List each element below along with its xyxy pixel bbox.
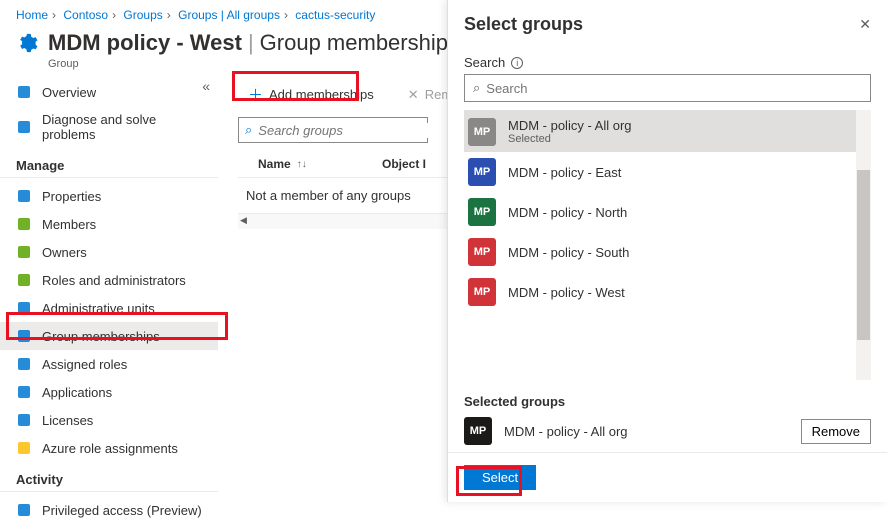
group-item-label: MDM - policy - North	[508, 205, 627, 220]
sidebar: « Overview Diagnose and solve problems Ma…	[0, 70, 218, 502]
admin-units-icon	[16, 300, 32, 316]
sidebar-item-label: Administrative units	[42, 301, 155, 316]
close-icon[interactable]: ✕	[859, 16, 871, 33]
sidebar-item-owners[interactable]: Owners	[0, 238, 218, 266]
applications-icon	[16, 384, 32, 400]
remove-button[interactable]: Remove	[801, 419, 871, 444]
panel-title: Select groups	[464, 14, 583, 35]
x-icon: ✕	[408, 87, 419, 103]
group-item[interactable]: MP MDM - policy - West	[464, 272, 871, 312]
title-sub-text: Group memberships	[260, 30, 459, 55]
search-groups-input[interactable]	[258, 123, 436, 138]
breadcrumb-link[interactable]: cactus-security	[295, 8, 375, 22]
owners-icon	[16, 244, 32, 260]
avatar: MP	[468, 118, 496, 146]
sidebar-item-label: Members	[42, 217, 96, 232]
search-icon: ⌕	[473, 80, 480, 96]
licenses-icon	[16, 412, 32, 428]
avatar: MP	[468, 198, 496, 226]
breadcrumb-link[interactable]: Home	[16, 8, 48, 22]
select-button[interactable]: Select	[464, 465, 536, 490]
page-title: MDM policy - West|Group memberships	[48, 30, 459, 56]
avatar: MP	[468, 158, 496, 186]
sidebar-item-azure-role-assignments[interactable]: Azure role assignments	[0, 434, 218, 462]
diagnose-icon	[16, 119, 32, 135]
panel-search-label: Search i	[464, 55, 871, 70]
group-item[interactable]: MP MDM - policy - All orgSelected	[464, 110, 871, 152]
group-item-sub: Selected	[508, 133, 632, 145]
sidebar-section-activity: Activity	[0, 462, 218, 492]
avatar: MP	[468, 278, 496, 306]
assigned-roles-icon	[16, 356, 32, 372]
search-groups-box[interactable]: ⌕	[238, 117, 428, 143]
scroll-left-icon[interactable]: ◀	[240, 215, 247, 226]
sidebar-item-label: Diagnose and solve problems	[42, 112, 202, 142]
roles-icon	[16, 272, 32, 288]
add-memberships-button[interactable]: ＋ Add memberships	[238, 80, 384, 109]
sidebar-item-applications[interactable]: Applications	[0, 378, 218, 406]
sidebar-item-group-memberships[interactable]: Group memberships	[0, 322, 218, 350]
avatar: MP	[468, 238, 496, 266]
sidebar-item-label: Properties	[42, 189, 101, 204]
sidebar-item-roles-and-administrators[interactable]: Roles and administrators	[0, 266, 218, 294]
sidebar-item-label: Assigned roles	[42, 357, 127, 372]
privileged-icon	[16, 502, 32, 518]
collapse-sidebar-icon[interactable]: «	[202, 78, 210, 94]
gear-icon	[16, 32, 38, 54]
title-main-text: MDM policy - West	[48, 30, 242, 55]
add-label: Add memberships	[269, 87, 374, 102]
sidebar-item-members[interactable]: Members	[0, 210, 218, 238]
group-memberships-icon	[16, 328, 32, 344]
selected-group-item: MP MDM - policy - All org Remove	[464, 417, 871, 445]
sidebar-item-label: Privileged access (Preview)	[42, 503, 202, 518]
group-item-label: MDM - policy - East	[508, 165, 621, 180]
breadcrumb-link[interactable]: Contoso	[63, 8, 108, 22]
group-item[interactable]: MP MDM - policy - South	[464, 232, 871, 272]
breadcrumb-link[interactable]: Groups | All groups	[178, 8, 280, 22]
properties-icon	[16, 188, 32, 204]
selected-group-label: MDM - policy - All org	[504, 424, 628, 439]
group-item-label: MDM - policy - South	[508, 245, 629, 260]
info-icon	[16, 84, 32, 100]
column-name[interactable]: Name	[258, 157, 291, 171]
sidebar-item-licenses[interactable]: Licenses	[0, 406, 218, 434]
group-item-label: MDM - policy - All org	[508, 118, 632, 133]
sidebar-item-label: Owners	[42, 245, 87, 260]
panel-search-input[interactable]	[486, 81, 862, 96]
column-object-id[interactable]: Object I	[382, 157, 426, 171]
breadcrumb-link[interactable]: Groups	[123, 8, 162, 22]
sidebar-item-assigned-roles[interactable]: Assigned roles	[0, 350, 218, 378]
avatar: MP	[464, 417, 492, 445]
info-icon[interactable]: i	[511, 57, 523, 69]
select-groups-panel: Select groups ✕ Search i ⌕ MP MDM - polic…	[447, 0, 887, 502]
sidebar-section-manage: Manage	[0, 148, 218, 178]
plus-icon: ＋	[248, 84, 263, 105]
sidebar-item-label: Roles and administrators	[42, 273, 186, 288]
sidebar-item-administrative-units[interactable]: Administrative units	[0, 294, 218, 322]
selected-groups-heading: Selected groups	[464, 394, 871, 409]
azure-role-icon	[16, 440, 32, 456]
sidebar-item-privileged-access-preview-[interactable]: Privileged access (Preview)	[0, 496, 218, 524]
group-item[interactable]: MP MDM - policy - North	[464, 192, 871, 232]
sidebar-item-diagnose-and-solve-problems[interactable]: Diagnose and solve problems	[0, 106, 218, 148]
panel-search-box[interactable]: ⌕	[464, 74, 871, 102]
group-item[interactable]: MP MDM - policy - East	[464, 152, 871, 192]
sidebar-item-label: Licenses	[42, 413, 93, 428]
sidebar-item-overview[interactable]: Overview	[0, 78, 218, 106]
sidebar-item-label: Azure role assignments	[42, 441, 178, 456]
sidebar-item-properties[interactable]: Properties	[0, 182, 218, 210]
sidebar-item-label: Overview	[42, 85, 96, 100]
sidebar-item-label: Group memberships	[42, 329, 160, 344]
search-icon: ⌕	[245, 122, 252, 138]
sidebar-item-label: Applications	[42, 385, 112, 400]
group-list: MP MDM - policy - All orgSelected MP MDM - …	[464, 110, 871, 380]
sort-icon[interactable]: ↑↓	[297, 159, 307, 170]
members-icon	[16, 216, 32, 232]
scrollbar-thumb[interactable]	[857, 170, 870, 340]
group-item-label: MDM - policy - West	[508, 285, 625, 300]
